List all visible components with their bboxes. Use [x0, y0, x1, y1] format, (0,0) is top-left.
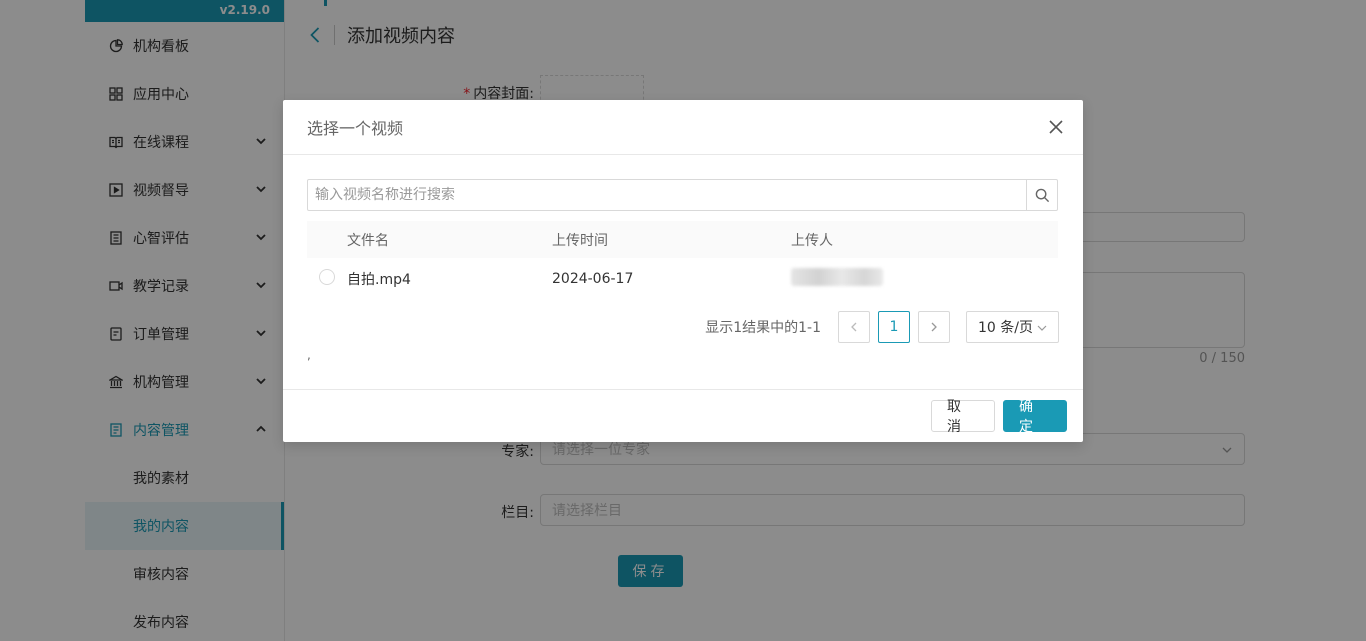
column-header-time: 上传时间 — [552, 232, 608, 249]
search-button[interactable] — [1026, 180, 1057, 210]
row-radio[interactable] — [319, 269, 335, 285]
page-size-value: 10 条/页 — [978, 320, 1033, 336]
page-button[interactable]: 1 — [878, 311, 910, 343]
chevron-right-icon — [931, 322, 937, 332]
modal-title: 选择一个视频 — [307, 119, 404, 138]
column-header-name: 文件名 — [347, 232, 389, 249]
cancel-button[interactable]: 取消 — [931, 399, 995, 435]
file-name-cell: 自拍.mp4 — [347, 272, 411, 288]
redacted-uploader — [791, 268, 883, 286]
confirm-button[interactable]: 确定 — [1003, 399, 1067, 435]
table-row[interactable]: 自拍.mp4 2024-06-17 — [307, 258, 1058, 300]
page-size-select[interactable]: 10 条/页 — [966, 311, 1059, 343]
pagination: 显示1结果中的1-1 1 10 条/页 — [705, 311, 1059, 343]
chevron-left-icon — [851, 322, 857, 332]
chevron-down-icon — [1037, 325, 1047, 331]
table-header: 文件名 上传时间 上传人 — [307, 221, 1058, 258]
stray-mark: , — [307, 348, 311, 362]
search-input[interactable] — [308, 180, 1026, 210]
close-icon[interactable] — [1047, 118, 1065, 136]
prev-page-button[interactable] — [838, 311, 870, 343]
modal-header: 选择一个视频 — [283, 100, 1083, 155]
column-header-uploader: 上传人 — [791, 232, 833, 249]
upload-time-cell: 2024-06-17 — [552, 271, 634, 287]
uploader-cell — [791, 268, 1058, 290]
search-icon — [1035, 188, 1049, 202]
search-box — [307, 179, 1058, 211]
select-video-modal: 选择一个视频 文件名 上传时间 上传人 自拍.mp4 2024-06-17 显示… — [283, 100, 1083, 442]
video-table: 文件名 上传时间 上传人 自拍.mp4 2024-06-17 — [307, 221, 1058, 300]
pagination-total: 显示1结果中的1-1 — [705, 320, 821, 336]
modal-footer: 取消 确定 — [283, 389, 1083, 442]
next-page-button[interactable] — [918, 311, 950, 343]
